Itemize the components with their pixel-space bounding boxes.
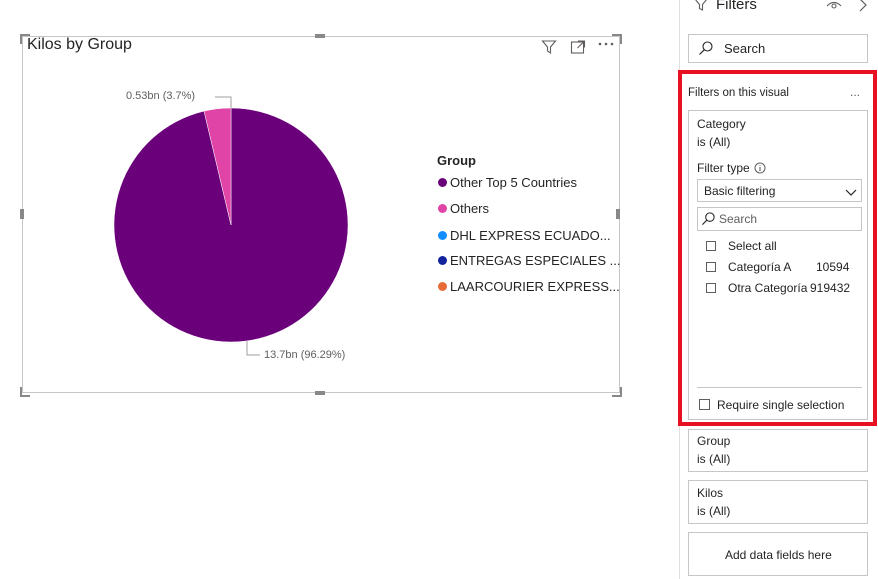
legend-item[interactable]: ENTREGAS ESPECIALES ... [438,253,621,268]
filter-state: is (All) [697,452,731,466]
legend-label: Other Top 5 Countries [450,175,577,190]
add-data-fields-label: Add data fields here [725,548,832,562]
legend-label: Others [450,201,490,216]
visibility-eye-icon[interactable] [826,0,842,16]
legend-item[interactable]: LAARCOURIER EXPRESS... [438,279,620,294]
legend-item[interactable]: DHL EXPRESS ECUADO... [438,228,611,243]
filters-search-placeholder: Search [724,41,766,56]
pie-chart-svg [113,96,349,356]
legend-label: LAARCOURIER EXPRESS... [450,279,620,294]
legend-dot [438,231,447,240]
leader-line-other-top5 [246,341,260,356]
data-label-others: 0.53bn (3.7%) [126,90,196,102]
filter-field-name: Kilos [697,486,724,500]
search-icon [698,40,714,61]
legend-dot [438,204,447,213]
legend-title: Group [437,153,476,168]
filters-pane-title: Filters [716,0,757,13]
legend-label: ENTREGAS ESPECIALES ... [450,253,621,268]
collapse-pane-chevron-icon[interactable] [858,0,868,17]
filter-pane-icon [694,0,708,17]
filter-state: is (All) [697,504,731,518]
filters-search-input[interactable] [688,34,868,63]
legend-item[interactable]: Others [438,201,489,216]
legend-label: DHL EXPRESS ECUADO... [450,228,611,243]
data-label-other-top5: 13.7bn (96.29%) [264,349,346,361]
leader-line-others [215,96,232,108]
legend-dot [438,178,447,187]
filter-field-name: Group [697,434,731,448]
legend-item[interactable]: Other Top 5 Countries [438,175,577,190]
legend-dot [438,282,447,291]
highlight-box [678,70,877,426]
legend-dot [438,256,447,265]
